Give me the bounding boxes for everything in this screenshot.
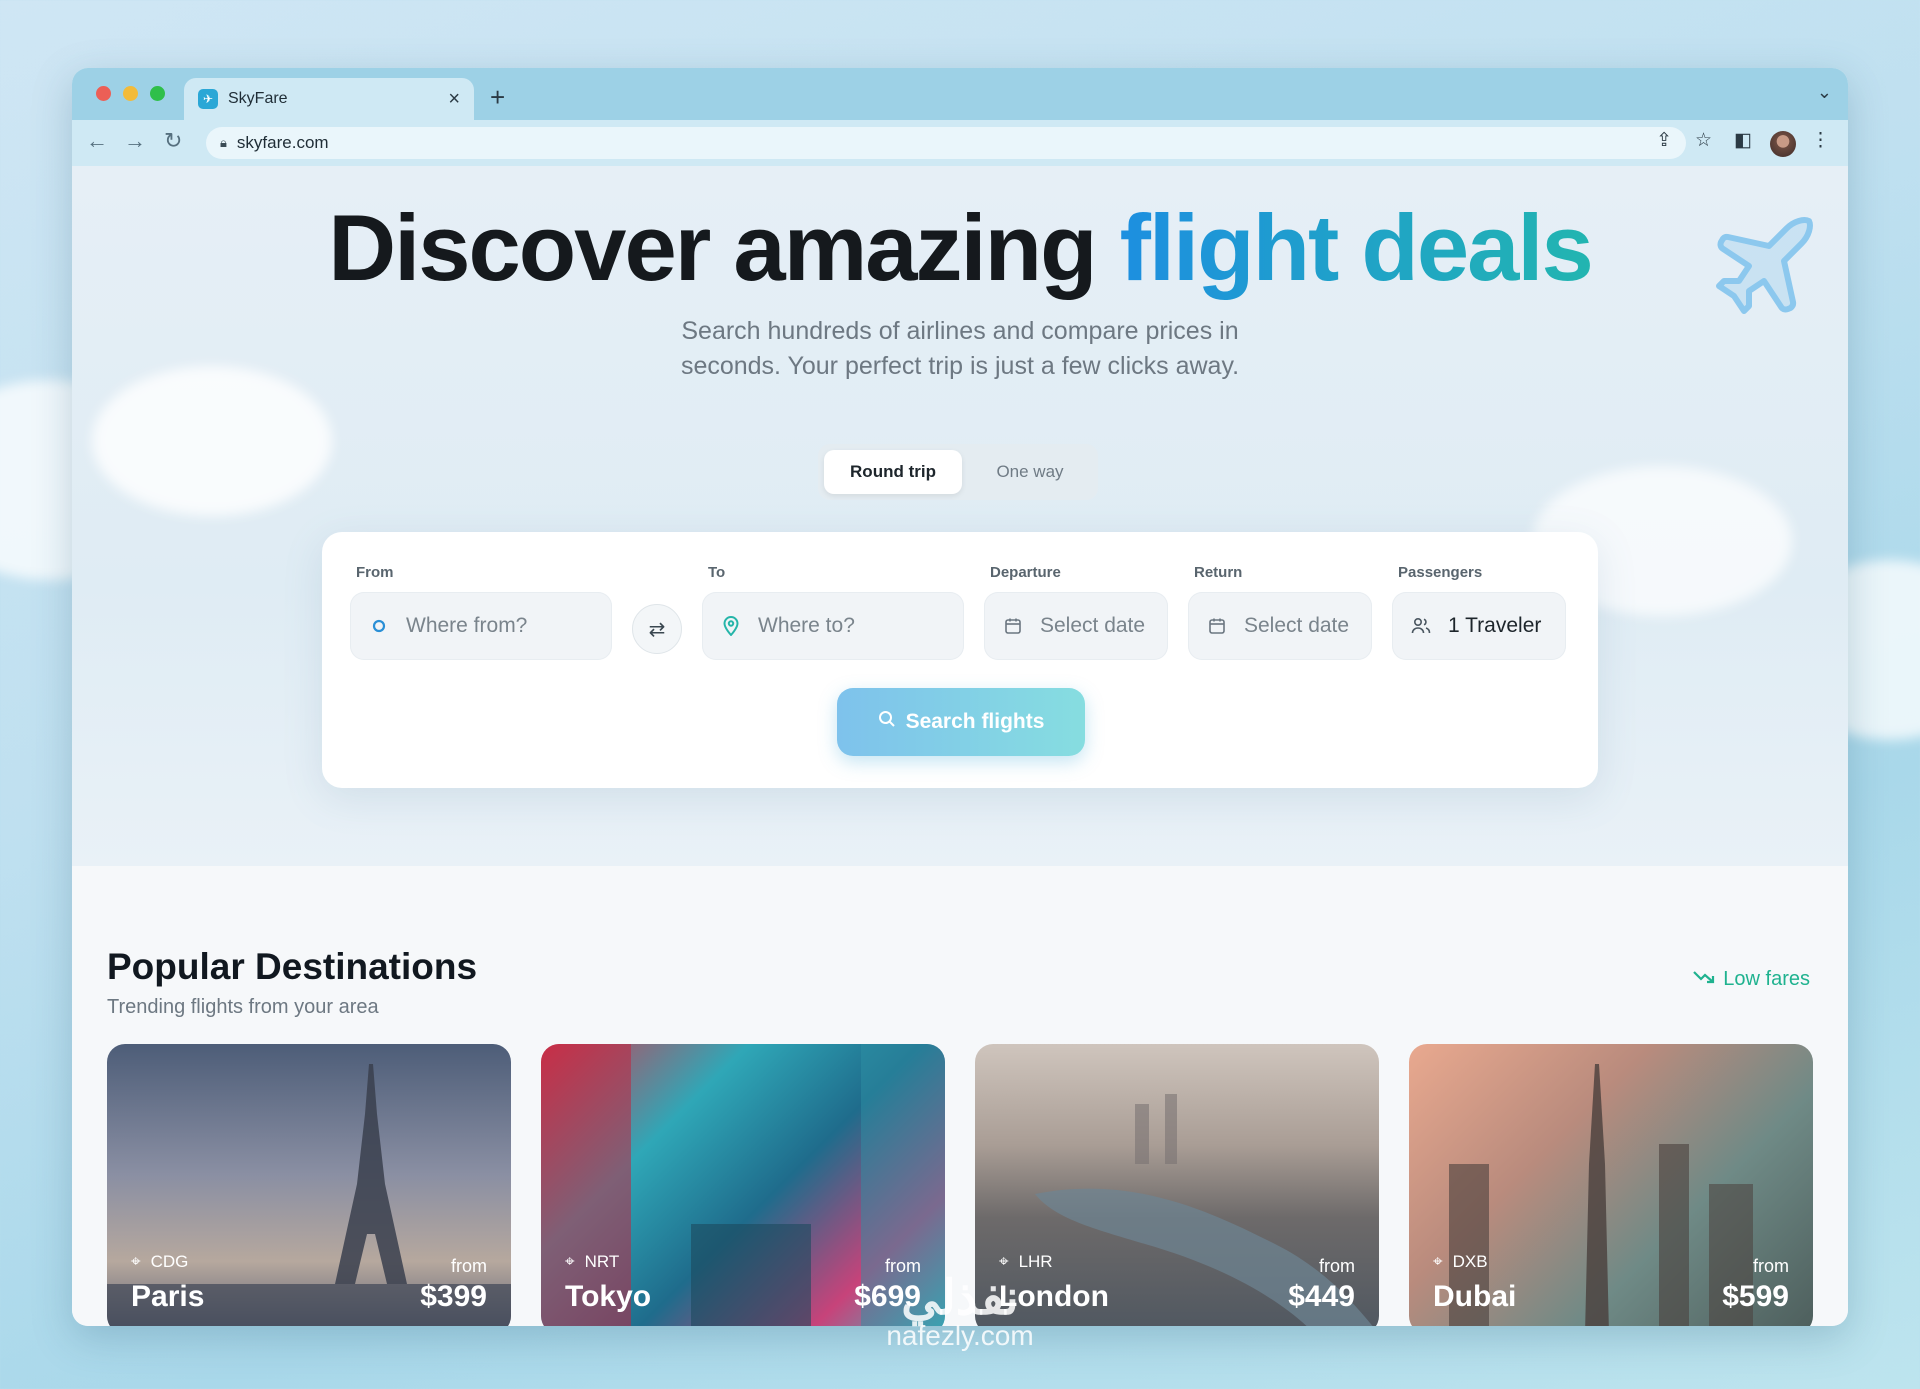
from-label: From [356, 564, 394, 581]
destination-card-dubai[interactable]: ⌖ DXB from Dubai $599 [1409, 1044, 1813, 1326]
from-label: from [1753, 1256, 1789, 1276]
popular-destinations-section: Popular Destinations Trending flights fr… [72, 866, 1848, 1326]
from-placeholder: Where from? [406, 614, 528, 637]
from-field[interactable]: Where from? [350, 592, 612, 660]
plane-icon [1716, 217, 1813, 314]
location-pin-icon: ⌖ [1433, 1252, 1443, 1271]
city-name: Tokyo [565, 1280, 652, 1313]
airport-code-text: DXB [1452, 1252, 1488, 1271]
price: $399 [420, 1280, 487, 1313]
airport-code: ⌖ NRT [565, 1252, 619, 1272]
reload-icon[interactable]: ↻ [164, 128, 182, 154]
low-fares-link[interactable]: Low fares [1693, 968, 1810, 991]
hero-section: Discover amazing flight deals Search hun… [72, 166, 1848, 866]
maximize-window-button[interactable] [150, 86, 165, 101]
search-flights-label: Search flights [905, 710, 1045, 733]
passengers-label: Passengers [1398, 564, 1483, 581]
swap-icon: ⇄ [648, 618, 666, 641]
to-placeholder: Where to? [758, 614, 855, 637]
new-tab-button[interactable]: + [490, 82, 505, 113]
departure-label: Departure [990, 564, 1061, 581]
hero-subtitle: Search hundreds of airlines and compare … [680, 317, 1240, 380]
browser-window: ✈ SkyFare × + ⌄ ← → ↻ 🔒︎ skyfare.com ⇪ ☆… [72, 68, 1848, 1326]
departure-date-field[interactable]: Select date [984, 592, 1168, 660]
destination-card-paris[interactable]: ⌖ CDG from Paris $399 [107, 1044, 511, 1326]
return-label: Return [1194, 564, 1243, 581]
browser-tab[interactable]: ✈ SkyFare × [184, 78, 474, 120]
minimize-window-button[interactable] [123, 86, 138, 101]
forward-arrow-icon[interactable]: → [124, 128, 146, 154]
city-name: Dubai [1433, 1280, 1517, 1313]
star-icon[interactable]: ☆ [1695, 129, 1712, 152]
hero-title-plain: Discover amazing [328, 195, 1120, 300]
from-label: from [1319, 1256, 1355, 1276]
close-window-button[interactable] [96, 86, 111, 101]
section-title: Popular Destinations [107, 946, 478, 987]
airport-code-text: CDG [150, 1252, 189, 1271]
browser-toolbar: ← → ↻ 🔒︎ skyfare.com ⇪ ☆ ◧ ⋮ [72, 120, 1848, 167]
price: $449 [1288, 1280, 1355, 1313]
favicon-icon: ✈ [198, 89, 218, 109]
avatar[interactable] [1770, 131, 1796, 157]
tab-close-icon[interactable]: × [448, 88, 460, 111]
airport-code: ⌖ CDG [131, 1252, 188, 1272]
section-subtitle: Trending flights from your area [107, 996, 379, 1018]
tab-title: SkyFare [228, 90, 288, 107]
window-controls [96, 86, 165, 101]
location-pin-icon: ⌖ [565, 1252, 575, 1271]
trip-type-toggle: Round trip One way [818, 444, 1098, 500]
low-fares-label: Low fares [1723, 968, 1810, 990]
watermark: نفذلي nafezly.com [840, 1270, 1080, 1352]
from-label: from [451, 1256, 487, 1276]
calendar-icon [1002, 615, 1024, 637]
location-pin-icon [720, 615, 742, 637]
passengers-value: 1 Traveler [1448, 614, 1542, 637]
one-way-tab[interactable]: One way [968, 450, 1092, 494]
airport-code-text: NRT [584, 1252, 620, 1271]
to-field[interactable]: Where to? [702, 592, 964, 660]
search-flights-button[interactable]: Search flights [837, 688, 1085, 756]
more-icon[interactable]: ⋮ [1811, 129, 1830, 152]
to-label: To [708, 564, 726, 581]
share-icon[interactable]: ⇪ [1656, 129, 1672, 152]
location-pin-icon: ⌖ [131, 1252, 141, 1271]
tab-search-chevron-icon[interactable]: ⌄ [1817, 82, 1832, 103]
lock-icon: 🔒︎ [220, 135, 227, 150]
search-icon [878, 710, 896, 734]
city-name: Paris [131, 1280, 205, 1313]
origin-circle-icon [368, 615, 390, 637]
swap-button[interactable]: ⇄ [632, 604, 682, 654]
address-bar[interactable]: 🔒︎ skyfare.com [206, 127, 1686, 159]
watermark-arabic: نفذلي [901, 1272, 1019, 1325]
departure-placeholder: Select date [1040, 614, 1146, 637]
tab-bar: ✈ SkyFare × + ⌄ [72, 68, 1848, 120]
round-trip-tab[interactable]: Round trip [824, 450, 962, 494]
hero-title: Discover amazing flight deals [72, 194, 1848, 302]
page-content: Discover amazing flight deals Search hun… [72, 166, 1848, 1326]
price: $599 [1722, 1280, 1789, 1313]
hero-cloud [92, 366, 332, 516]
return-date-field[interactable]: Select date [1188, 592, 1372, 660]
url-text: skyfare.com [236, 133, 329, 152]
airport-code: ⌖ LHR [999, 1252, 1053, 1272]
airport-code-text: LHR [1018, 1252, 1053, 1271]
return-placeholder: Select date [1244, 614, 1350, 637]
hero-title-accent: flight deals [1119, 195, 1594, 300]
users-icon [1410, 615, 1432, 637]
flight-search-form: From Where from? ⇄ To Where to? Departur… [322, 532, 1598, 788]
trending-down-icon [1693, 968, 1715, 991]
location-pin-icon: ⌖ [999, 1252, 1009, 1271]
passengers-field[interactable]: 1 Traveler [1392, 592, 1566, 660]
watermark-latin: nafezly.com [886, 1320, 1034, 1351]
calendar-icon [1206, 615, 1228, 637]
back-arrow-icon[interactable]: ← [86, 128, 108, 154]
airport-code: ⌖ DXB [1433, 1252, 1488, 1272]
sidebar-icon[interactable]: ◧ [1734, 129, 1752, 152]
